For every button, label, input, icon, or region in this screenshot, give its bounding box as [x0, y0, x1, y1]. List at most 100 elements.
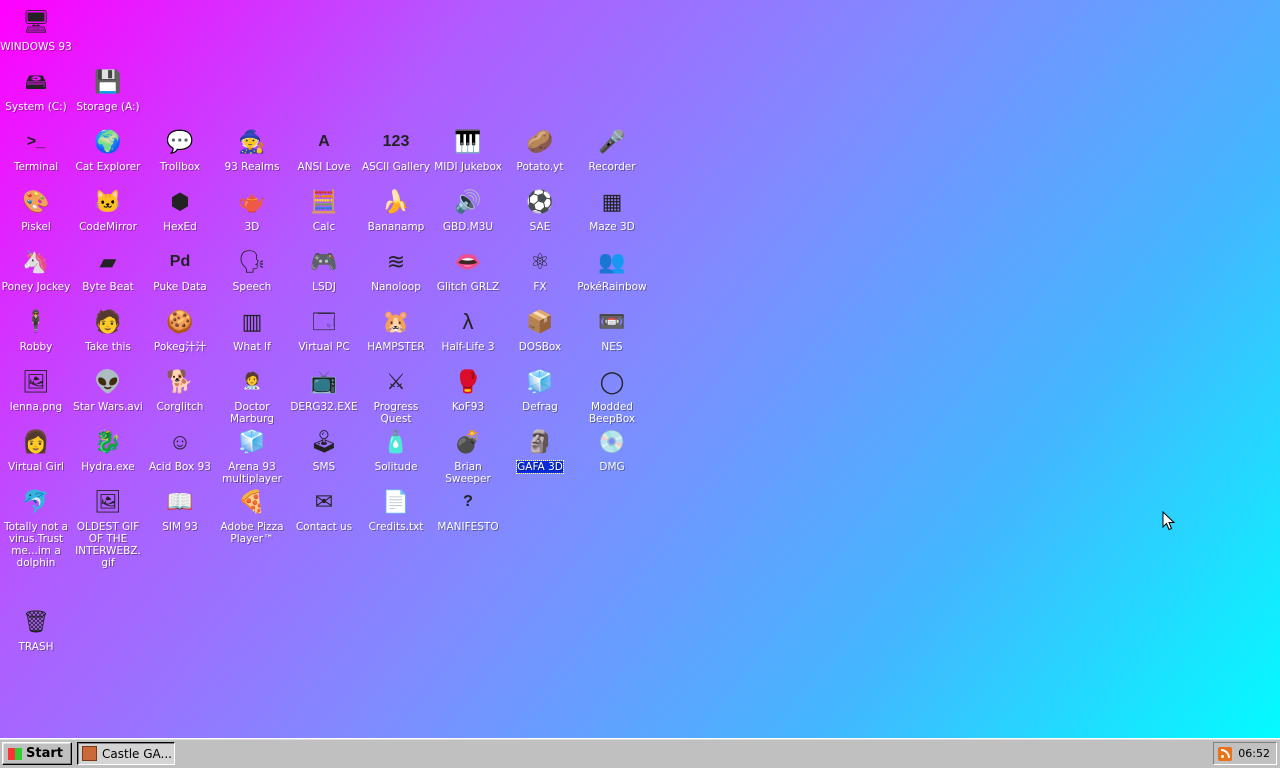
icon-label: CodeMirror — [79, 221, 137, 233]
desktop-icon-derg32-exe[interactable]: 📺 DERG32.EXE — [288, 365, 360, 414]
desktop-icon-half-life-3[interactable]: λ Half-Life 3 — [432, 305, 504, 354]
rss-feed-icon[interactable] — [1218, 746, 1232, 761]
desktop-icon-midi-jukebox[interactable]: 🎹 MIDI Jukebox — [432, 125, 504, 174]
desktop-icon-adobe-pizza-player[interactable]: 🍕 Adobe Pizza Player™ — [216, 485, 288, 546]
pizza-icon: 🍕 — [238, 489, 266, 514]
desktop-icon-pokeg[interactable]: 🍪 Pokeg汁汁 — [144, 305, 216, 354]
desktop-icon-ansi-love[interactable]: A ANSI Love — [288, 125, 360, 174]
desktop-icon-93-realms[interactable]: 🧙 93 Realms — [216, 125, 288, 174]
desktop-icon-arena-93-multiplayer[interactable]: 🧊 Arena 93 multiplayer — [216, 425, 288, 486]
icon-label: OLDEST GIF OF THE INTERWEBZ.gif — [75, 521, 141, 569]
desktop-icon-brian-sweeper[interactable]: 💣 Brian Sweeper — [432, 425, 504, 486]
desktop-icon-bananamp[interactable]: 🍌 Bananamp — [360, 185, 432, 234]
desktop-icon-what-if[interactable]: ▥ What If — [216, 305, 288, 354]
desktop-icon-modded-beepbox[interactable]: ◯ Modded BeepBox — [576, 365, 648, 426]
code-cat-icon: 🐱 — [94, 189, 122, 214]
floppy-drive-icon: 💾 — [94, 69, 122, 94]
desktop-icon-codemirror[interactable]: 🐱 CodeMirror — [72, 185, 144, 234]
desktop-icon-acid-box-93[interactable]: ☺ Acid Box 93 — [144, 425, 216, 474]
icon-label: Recorder — [588, 161, 636, 173]
desktop-icon-credits-txt[interactable]: 📄 Credits.txt — [360, 485, 432, 534]
icon-label: DOSBox — [518, 341, 562, 353]
icon-label: Trollbox — [159, 161, 201, 173]
grid-icon: ▥ — [241, 309, 263, 334]
desktop-icon-nes[interactable]: 📼 NES — [576, 305, 648, 354]
desktop-icon-system-c[interactable]: 🖴 System (C:) — [0, 65, 72, 114]
desktop-icon-glitch-grlz[interactable]: 👄 Glitch GRLZ — [432, 245, 504, 294]
desktop-icon-solitude[interactable]: 🧴 Solitude — [360, 425, 432, 474]
desktop-icon-maze-3d[interactable]: ▦ Maze 3D — [576, 185, 648, 234]
desktop-icon-oldest-gif-of-the-interwebz-gif[interactable]: 🖼 OLDEST GIF OF THE INTERWEBZ.gif — [72, 485, 144, 570]
desktop[interactable]: 🖥 WINDOWS 93 🖴 System (C:) 💾 Storage (A:) >_ Te… — [0, 0, 1280, 738]
desktop-icon-defrag[interactable]: 🧊 Defrag — [504, 365, 576, 414]
yoda-icon: 👽 — [94, 369, 122, 394]
desktop-icon-piskel[interactable]: 🎨 Piskel — [0, 185, 72, 234]
desktop-icon-corglitch[interactable]: 🐕 Corglitch — [144, 365, 216, 414]
start-button[interactable]: Start — [2, 742, 72, 765]
globe-cat-icon: 🌍 — [94, 129, 122, 154]
desktop-icon-byte-beat[interactable]: ▰ Byte Beat — [72, 245, 144, 294]
icon-label: Virtual Girl — [8, 461, 64, 473]
icon-label: HAMPSTER — [367, 341, 425, 353]
icon-label: 93 Realms — [224, 161, 280, 173]
desktop-icon-kof93[interactable]: 🥊 KoF93 — [432, 365, 504, 414]
desktop-icon-sae[interactable]: ⚽ SAE — [504, 185, 576, 234]
desktop-icon-poney-jockey[interactable]: 🦄 Poney Jockey — [0, 245, 72, 294]
desktop-icon-potato-yt[interactable]: 🥔 Potato.yt — [504, 125, 576, 174]
desktop-icon-sim-93[interactable]: 📖 SIM 93 — [144, 485, 216, 534]
desktop-icon-trash[interactable]: 🗑 TRASH — [0, 605, 72, 654]
dosbox-icon: 📦 — [526, 309, 554, 334]
desktop-icon-lenna-png[interactable]: 🖼 lenna.png — [0, 365, 72, 414]
desktop-icon-totally-not-a-virus-trust-me-im-a-dolphin[interactable]: 🐬 Totally not a virus.Trust me...im a dol… — [0, 485, 72, 570]
desktop-icon-trollbox[interactable]: 💬 Trollbox — [144, 125, 216, 174]
icon-label: SAE — [529, 221, 551, 233]
desktop-icon-hydra-exe[interactable]: 🐉 Hydra.exe — [72, 425, 144, 474]
desktop-icon-gafa-3d[interactable]: 🗿 GAFA 3D — [504, 425, 576, 474]
desktop-icon-storage-a[interactable]: 💾 Storage (A:) — [72, 65, 144, 114]
desktop-icon-terminal[interactable]: >_ Terminal — [0, 125, 72, 174]
desktop-icon-robby[interactable]: 🕴 Robby — [0, 305, 72, 354]
desktop-icon-dmg[interactable]: 💿 DMG — [576, 425, 648, 474]
desktop-icon-speech[interactable]: 🗣 Speech — [216, 245, 288, 294]
desktop-icon-cat-explorer[interactable]: 🌍 Cat Explorer — [72, 125, 144, 174]
icon-label: ANSI Love — [297, 161, 351, 173]
desktop-icon-nanoloop[interactable]: ≋ Nanoloop — [360, 245, 432, 294]
desktop-icon-progress-quest[interactable]: ⚔ Progress Quest — [360, 365, 432, 426]
computer-icon: 🖥 — [22, 9, 50, 34]
icon-label: LSDJ — [312, 281, 336, 293]
desktop-icon-calc[interactable]: 🧮 Calc — [288, 185, 360, 234]
desktop-icon-hampster[interactable]: 🐹 HAMPSTER — [360, 305, 432, 354]
desktop-icon-lsdj[interactable]: 🎮 LSDJ — [288, 245, 360, 294]
desktop-icon-virtual-girl[interactable]: 👩 Virtual Girl — [0, 425, 72, 474]
desktop-icon-pok-rainbow[interactable]: 👥 PokéRainbow — [576, 245, 648, 294]
atom-icon: ⚛ — [530, 249, 550, 274]
desktop-icon-windows-93[interactable]: 🖥 WINDOWS 93 — [0, 5, 72, 54]
desktop-icon-dosbox[interactable]: 📦 DOSBox — [504, 305, 576, 354]
icon-label: Star Wars.avi — [73, 401, 143, 413]
desktop-icon-hexed[interactable]: ⬢ HexEd — [144, 185, 216, 234]
desktop-icon-3d[interactable]: 🫖 3D — [216, 185, 288, 234]
chat-face-icon: 💬 — [166, 129, 194, 154]
desktop-icon-virtual-pc[interactable]: 🗔 Virtual PC — [288, 305, 360, 354]
cookie-icon: 🍪 — [166, 309, 194, 334]
desktop-icon-doctor-marburg[interactable]: 🧑‍⚕ Doctor Marburg — [216, 365, 288, 426]
desktop-icon-contact-us[interactable]: ✉ Contact us — [288, 485, 360, 534]
desktop-icon-puke-data[interactable]: Pd Puke Data — [144, 245, 216, 294]
recycle-bin-icon: 🗑 — [22, 609, 50, 634]
icon-label: Solitude — [374, 461, 418, 473]
desktop-icon-sms[interactable]: 🕹 SMS — [288, 425, 360, 474]
knight-icon: 🧙 — [238, 129, 266, 154]
desktop-icon-take-this[interactable]: 🧑 Take this — [72, 305, 144, 354]
audio-file-icon: 🔊 — [454, 189, 482, 214]
taskbar-task-castle[interactable]: Castle GA... — [77, 742, 175, 765]
desktop-icon-ascii-gallery[interactable]: 123 ASCII Gallery — [360, 125, 432, 174]
desktop-icon-manifesto[interactable]: ? MANIFESTO — [432, 485, 504, 534]
icon-label: TRASH — [18, 641, 54, 653]
desktop-icon-gbd-m3u[interactable]: 🔊 GBD.M3U — [432, 185, 504, 234]
window-icon: 🗔 — [312, 309, 336, 334]
start-label: Start — [26, 746, 63, 761]
desktop-icon-recorder[interactable]: 🎤 Recorder — [576, 125, 648, 174]
desktop-icon-fx[interactable]: ⚛ FX — [504, 245, 576, 294]
desktop-icon-star-wars-avi[interactable]: 👽 Star Wars.avi — [72, 365, 144, 414]
icon-label: Totally not a virus.Trust me...im a dolp… — [4, 521, 68, 569]
